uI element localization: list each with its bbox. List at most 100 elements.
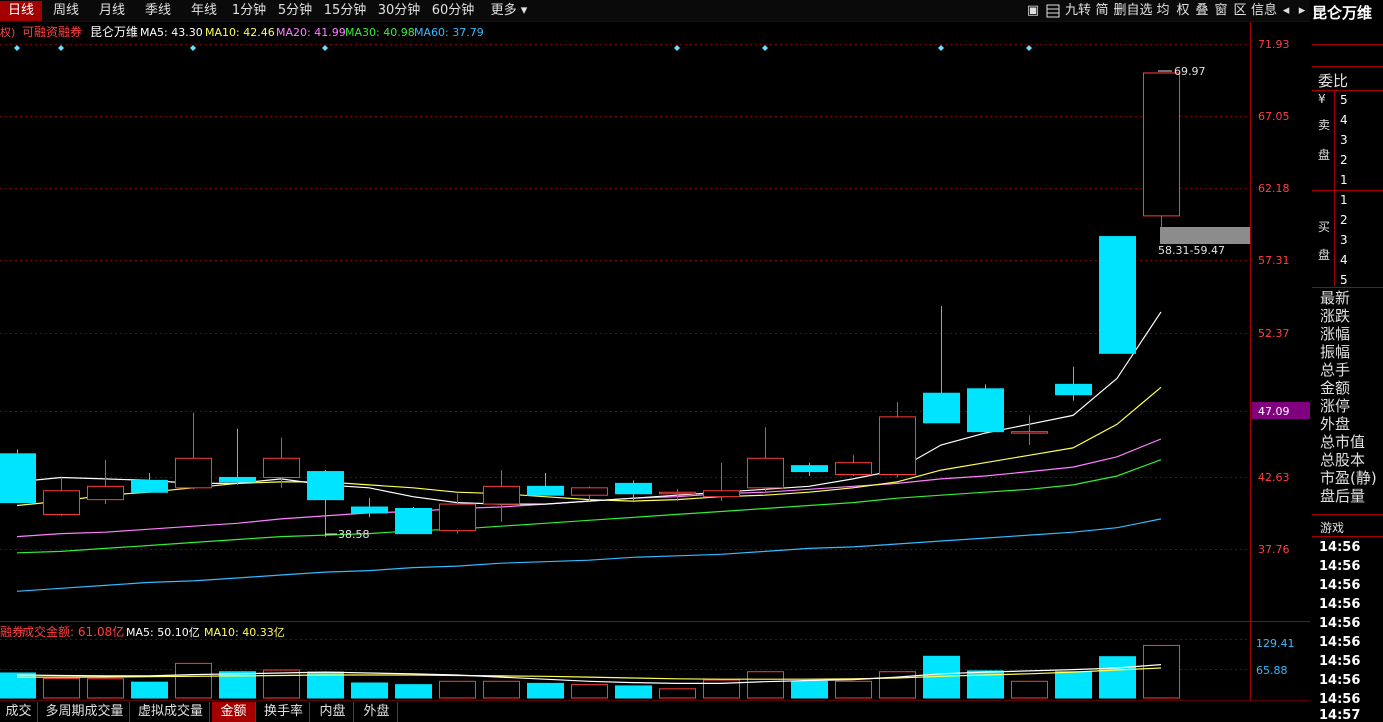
candle-body xyxy=(439,503,476,532)
trade-time: 14:56 xyxy=(1319,597,1361,612)
trade-time: 14:56 xyxy=(1319,559,1361,574)
remove-watchlist-button[interactable]: 删自选 xyxy=(1113,1,1153,21)
candle-body xyxy=(1143,72,1180,217)
candle-body xyxy=(483,485,520,505)
overlay-button[interactable]: 叠 xyxy=(1194,1,1210,21)
axis-label: 67.05 xyxy=(1258,110,1290,123)
event-marker-icon xyxy=(938,45,944,51)
buy-level: 4 xyxy=(1340,253,1348,267)
tab-daily[interactable]: 日线 xyxy=(0,1,42,21)
trade-time: 14:56 xyxy=(1319,635,1361,650)
info-button[interactable]: 信息 xyxy=(1250,1,1278,21)
volume-tag: 融券 xyxy=(0,624,24,639)
amount-bar xyxy=(1099,656,1136,699)
tab-monthly[interactable]: 月线 xyxy=(92,1,132,21)
candle-body xyxy=(175,457,212,489)
kline-chart[interactable]: 权) 可融资融券 昆仑万维 MA5: 43.30 MA10: 42.46 MA2… xyxy=(0,22,1310,622)
tab-turnover[interactable]: 换手率 xyxy=(258,702,310,722)
amount-bar xyxy=(527,682,564,699)
event-marker-icon xyxy=(674,45,680,51)
tab-15min[interactable]: 15分钟 xyxy=(320,1,370,21)
legend-ma20: MA20: 41.99 xyxy=(276,26,346,39)
tab-amount[interactable]: 金额 xyxy=(212,702,256,722)
simple-button[interactable]: 简 xyxy=(1094,1,1110,21)
stat-total-shares: 总股本 xyxy=(1320,451,1366,469)
candle-body xyxy=(659,491,696,495)
amount-bar xyxy=(131,681,168,699)
tab-yearly[interactable]: 年线 xyxy=(184,1,224,21)
event-marker-icon xyxy=(1026,45,1032,51)
amount-bar xyxy=(1143,644,1180,699)
price-axis: 71.93 67.05 62.18 57.31 52.37 42.63 37.7… xyxy=(1258,38,1290,556)
amount-bar xyxy=(87,678,124,699)
amount-bar xyxy=(791,680,828,699)
divider xyxy=(1312,44,1383,45)
event-marker-icon xyxy=(190,45,196,51)
amount-bar xyxy=(659,688,696,699)
candle-body xyxy=(791,465,828,473)
stat-total-lots: 总手 xyxy=(1320,361,1351,379)
divider xyxy=(1312,66,1383,67)
axis-label: 57.31 xyxy=(1258,254,1290,267)
current-price-tag: 47.09 xyxy=(1258,405,1290,418)
buy-level: 5 xyxy=(1340,273,1348,287)
stat-market-cap: 总市值 xyxy=(1320,433,1366,451)
axis-label: 52.37 xyxy=(1258,327,1290,340)
amount-chart[interactable]: 融券 成交金额: 61.08亿 MA5: 50.10亿 MA10: 40.33亿… xyxy=(0,622,1310,700)
sell-level: 2 xyxy=(1340,153,1348,167)
tab-inner[interactable]: 内盘 xyxy=(312,702,354,722)
tab-volume[interactable]: 成交量 xyxy=(0,702,38,722)
candle-body xyxy=(351,506,388,514)
tab-quarterly[interactable]: 季线 xyxy=(138,1,178,21)
tab-60min[interactable]: 60分钟 xyxy=(428,1,478,21)
tab-virtual-volume[interactable]: 虚拟成交量 xyxy=(132,702,210,722)
candle-body xyxy=(395,508,432,535)
amount-bar xyxy=(351,682,388,699)
trade-time: 14:56 xyxy=(1319,578,1361,593)
divider xyxy=(1312,536,1383,537)
legend-ma60: MA60: 37.79 xyxy=(414,26,484,39)
arrow-right-icon[interactable]: ▸ xyxy=(1296,1,1308,21)
amount-bar xyxy=(483,680,520,699)
high-annotation: 69.97 xyxy=(1174,65,1206,78)
divider xyxy=(1312,90,1383,91)
candle-body xyxy=(571,487,608,496)
arrow-left-icon[interactable]: ◂ xyxy=(1280,1,1292,21)
stat-latest: 最新 xyxy=(1320,289,1351,307)
stat-change-pct: 涨幅 xyxy=(1320,325,1351,343)
legend-prefix: 权) xyxy=(0,26,15,39)
candle-body xyxy=(923,392,960,424)
amount-bar xyxy=(1011,680,1048,699)
buy-level: 2 xyxy=(1340,213,1348,227)
amount-bar xyxy=(307,671,344,699)
tab-more[interactable]: 更多 ▾ xyxy=(484,1,534,21)
buy-level: 3 xyxy=(1340,233,1348,247)
average-button[interactable]: 均 xyxy=(1155,1,1171,21)
rights-button[interactable]: 权 xyxy=(1175,1,1191,21)
candle-body xyxy=(703,490,740,498)
trade-time: 14:57 xyxy=(1319,708,1361,722)
stock-name: 昆仑万维 xyxy=(1312,4,1373,22)
candle-body xyxy=(43,490,80,515)
candle-body xyxy=(615,482,652,495)
tab-weekly[interactable]: 周线 xyxy=(46,1,86,21)
candle-body xyxy=(879,416,916,476)
tab-outer[interactable]: 外盘 xyxy=(356,702,398,722)
candle-body xyxy=(0,453,36,504)
amount-bar xyxy=(395,684,432,699)
window-button[interactable]: 窗 xyxy=(1213,1,1229,21)
indicator-tab-bar: 成交量 多周期成交量 虚拟成交量 金额 换手率 内盘 外盘 xyxy=(0,700,1310,722)
nine-turn-button[interactable]: 九转 xyxy=(1064,1,1092,21)
square-icon[interactable]: ▣ xyxy=(1024,1,1042,21)
tab-1min[interactable]: 1分钟 xyxy=(228,1,270,21)
stat-outer: 外盘 xyxy=(1320,415,1351,433)
range-button[interactable]: 区 xyxy=(1232,1,1248,21)
tab-5min[interactable]: 5分钟 xyxy=(274,1,316,21)
tab-multi-period-volume[interactable]: 多周期成交量 xyxy=(40,702,130,722)
buy-level: 1 xyxy=(1340,193,1348,207)
tab-30min[interactable]: 30分钟 xyxy=(374,1,424,21)
candle-body xyxy=(835,462,872,476)
amount-label: 成交金额: 61.08亿 xyxy=(22,624,124,639)
table-icon[interactable] xyxy=(1044,1,1062,21)
candle-body xyxy=(1099,236,1136,354)
